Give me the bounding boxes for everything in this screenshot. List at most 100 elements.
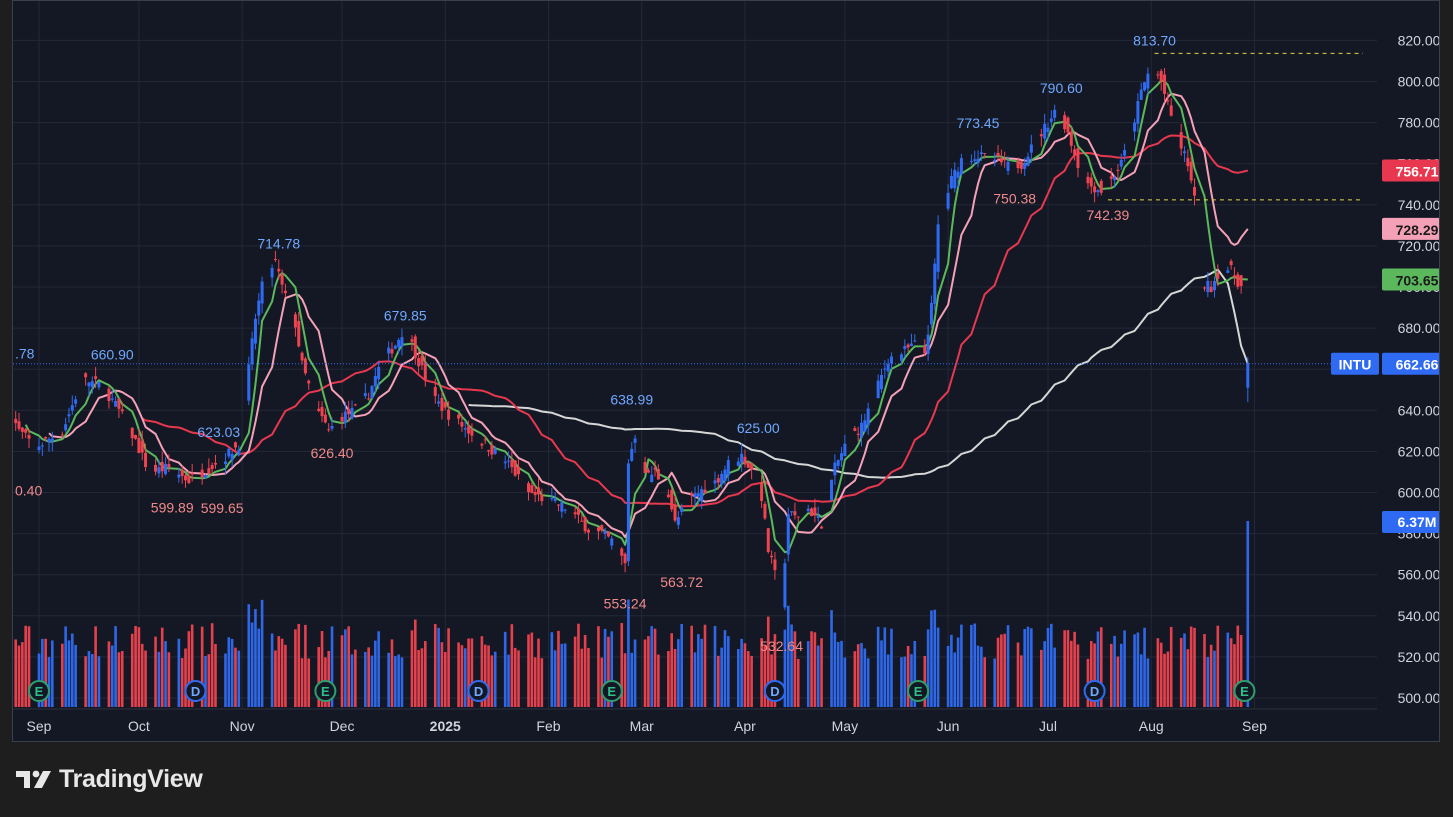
- candle-body: [187, 475, 191, 484]
- volume-bar: [1193, 627, 1196, 707]
- volume-bar: [61, 643, 64, 707]
- volume-bar: [690, 625, 693, 707]
- earnings-event-icon[interactable]: E: [28, 680, 50, 702]
- volume-bar: [1166, 651, 1170, 707]
- volume-bar: [643, 639, 647, 707]
- candle: [393, 344, 397, 350]
- volume-bar: [843, 657, 847, 707]
- candle: [903, 339, 907, 358]
- volume-bar: [160, 627, 164, 707]
- price-marker: 728.29: [1382, 217, 1439, 240]
- volume-bar: [270, 633, 274, 707]
- candle-body: [417, 358, 421, 367]
- volume-bar: [134, 625, 137, 707]
- candle: [793, 502, 797, 520]
- candle: [253, 313, 257, 350]
- dividend-event-icon[interactable]: D: [184, 680, 207, 702]
- volume-bar: [816, 645, 820, 707]
- candle: [586, 528, 590, 541]
- volume-bar: [493, 651, 497, 707]
- volume-bar: [840, 640, 843, 707]
- candle: [390, 342, 394, 358]
- volume-bar: [247, 604, 251, 707]
- volume-bar: [677, 639, 680, 707]
- candle-body: [563, 509, 567, 511]
- time-axis[interactable]: Sep Oct Nov Dec 2025 Feb Mar Apr May Jun Jul Aug Sep: [27, 718, 1268, 734]
- dividend-event-icon[interactable]: D: [763, 680, 786, 702]
- brand-name[interactable]: TradingView: [59, 765, 203, 794]
- time-tick-label: Aug: [1139, 718, 1164, 734]
- volume-bar: [527, 634, 530, 707]
- earnings-event-icon[interactable]: E: [600, 680, 623, 702]
- candle-body: [553, 498, 557, 501]
- candle-body: [190, 473, 194, 475]
- volume-bar: [257, 628, 261, 707]
- price-tick-label: 820.00: [1398, 32, 1440, 48]
- candle-body: [646, 469, 650, 473]
- candle-body: [999, 158, 1003, 163]
- candle: [164, 457, 168, 476]
- candle: [367, 392, 371, 401]
- volume-bar: [114, 626, 117, 707]
- volume-bar: [1050, 623, 1053, 707]
- candle-body: [949, 176, 953, 189]
- candle: [883, 360, 887, 379]
- volume-bar: [830, 610, 833, 707]
- volume-bar: [650, 626, 654, 707]
- candle-body: [840, 453, 844, 461]
- volume-bar: [443, 651, 447, 707]
- candle-body: [297, 320, 301, 347]
- candle: [783, 558, 787, 611]
- volume-bar: [420, 648, 424, 707]
- candle: [134, 434, 138, 440]
- time-tick-label: Jun: [937, 718, 960, 734]
- candle: [327, 423, 331, 433]
- candle-body: [180, 469, 184, 476]
- candle-body: [1163, 74, 1167, 94]
- candle: [736, 457, 740, 467]
- volume-bar: [1139, 654, 1143, 707]
- candle: [790, 511, 794, 516]
- candle-body: [736, 461, 740, 466]
- candle-body: [883, 368, 887, 370]
- earnings-event-icon[interactable]: E: [314, 680, 337, 702]
- candle: [666, 489, 670, 499]
- candle-body: [1016, 160, 1020, 169]
- dividend-event-icon[interactable]: D: [467, 680, 490, 702]
- candle-body: [413, 336, 417, 359]
- price-chart[interactable]: 660.90 623.03 714.78 679.85 638.99 625.00 773.…: [13, 1, 1440, 742]
- earnings-event-icon[interactable]: E: [1233, 680, 1256, 702]
- volume-bar: [697, 634, 700, 707]
- candle-body: [630, 448, 634, 461]
- low-label: 553.24: [604, 596, 647, 612]
- volume-bar: [180, 658, 184, 707]
- candle: [810, 507, 814, 517]
- earnings-event-icon[interactable]: E: [907, 680, 930, 702]
- volume-bar: [583, 635, 587, 707]
- candle-body: [979, 152, 983, 155]
- volume-bar: [1123, 630, 1126, 707]
- candle: [813, 498, 817, 523]
- price-marker-value: 662.66: [1396, 357, 1439, 373]
- dividend-event-icon[interactable]: D: [1083, 680, 1106, 702]
- chart-panel[interactable]: 660.90 623.03 714.78 679.85 638.99 625.00 773.…: [12, 0, 1440, 742]
- candle-body: [223, 461, 227, 465]
- candle: [154, 459, 158, 476]
- footer: TradingView: [15, 763, 203, 795]
- candle: [1043, 113, 1047, 143]
- volume-bar: [750, 655, 753, 707]
- candle-body: [37, 446, 41, 450]
- candle-body: [27, 435, 31, 439]
- volume-bar: [140, 643, 144, 707]
- volume-bar: [786, 605, 790, 707]
- candle-body: [67, 414, 71, 417]
- volume-bar: [550, 632, 554, 707]
- tradingview-logo-icon[interactable]: [15, 767, 55, 791]
- candle-body: [1076, 148, 1080, 169]
- time-tick-label: 2025: [430, 718, 461, 734]
- volume-bar: [1109, 643, 1113, 707]
- candle: [949, 168, 953, 190]
- volume-bar: [184, 648, 187, 707]
- volume-bar: [67, 640, 71, 707]
- candle-body: [483, 439, 487, 441]
